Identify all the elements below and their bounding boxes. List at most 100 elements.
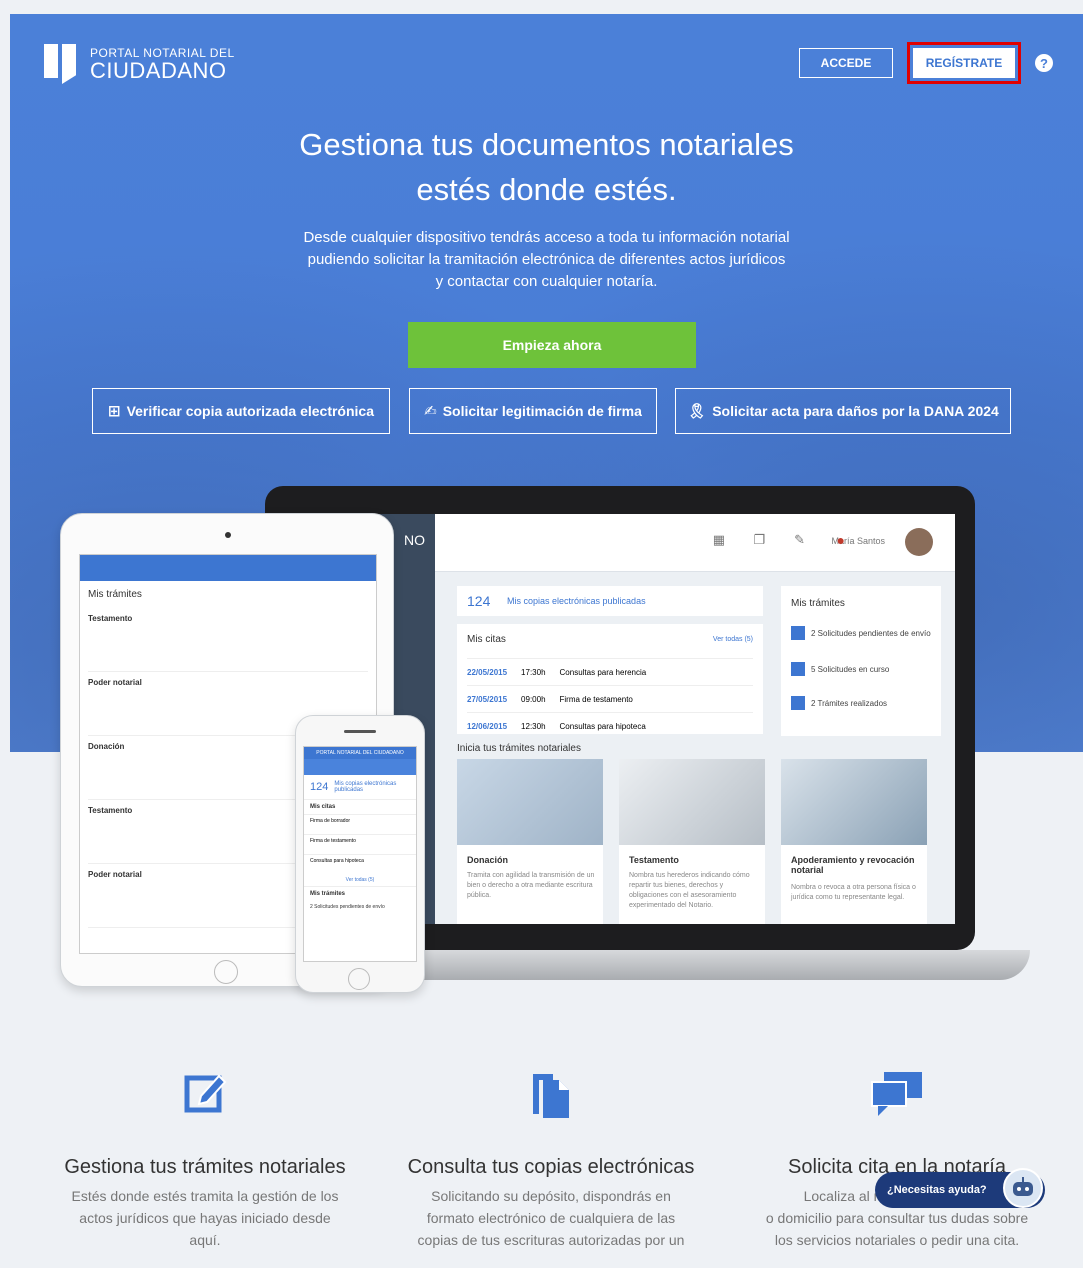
tipo-card-testamento[interactable]: Testamento Nombra tus herederos indicand… [619,759,765,924]
feature-title: Consulta tus copias electrónicas [407,1156,695,1178]
logo-mark-icon [44,44,78,84]
cita-desc: Consultas para herencia [559,667,647,677]
registrate-button[interactable]: REGÍSTRATE [913,48,1015,78]
hero-title-line1: Gestiona tus documentos notariales [299,127,794,162]
phone-tramite[interactable]: 2 Solicitudes pendientes de envío [304,901,416,913]
calendar-icon: ▦ [712,532,725,547]
copias-label: Mis copias electrónicas publicadas [507,596,646,606]
feature-desc: Estés donde estés tramita la gestión de … [40,1185,370,1251]
tramite-label: 5 Solicitudes en curso [811,664,890,674]
feature-desc: Solicitando su depósito, dispondrás en f… [386,1185,716,1251]
laptop-topbar: María Santos ● ✎ ❐ ▦ [435,514,955,572]
tablet-title: Mis trámites [88,589,142,600]
cita-time: 17:30h [521,667,546,677]
citas-link[interactable]: Ver todas (5) [713,636,753,643]
phone-cita[interactable]: Consultas para hipoteca [304,854,416,874]
inicia-title: Inicia tus trámites notariales [457,743,581,754]
notifications-icon: ● [836,532,845,548]
logo-line2: CIUDADANO [90,58,227,83]
edit-icon [40,1070,370,1122]
cita-time: 12:30h [521,721,546,731]
signature-icon: ✍ [424,403,437,420]
tablet-home-button [214,960,238,984]
hero-title-line2: estés donde estés. [416,172,677,207]
tramite-item[interactable]: 5 Solicitudes en curso [791,662,889,676]
tipo-title: Donación [467,855,509,865]
cita-date: 22/05/2015 [467,667,508,677]
feature-desc-line: formato electrónico de cualquiera de las [426,1210,676,1226]
top-actions: ACCEDE REGÍSTRATE ? [799,42,1053,84]
tramite-icon [791,696,805,710]
tipo-desc: Nombra tus herederos indicando cómo repa… [629,872,750,909]
phone-header: PORTAL NOTARIAL DEL CIUDADANO [304,747,416,759]
citas-title: Mis citas [467,634,506,645]
tablet-header [80,555,376,581]
cita-date: 12/06/2015 [467,721,508,731]
tramite-item[interactable]: 2 Trámites realizados [791,696,887,710]
phone-ver-todas[interactable]: Ver todas (5) [304,874,416,886]
feature-desc-line: Solicitando su depósito, dispondrás en [431,1188,671,1204]
verificar-copia-label: Verificar copia autorizada electrónica [126,403,374,419]
apoderamiento-photo [781,759,927,845]
hero-subtitle-line1: Desde cualquier dispositivo tendrás acce… [303,229,790,246]
hero-subtitle-line2: pudiendo solicitar la tramitación electr… [307,251,786,268]
chat-icon [732,1070,1062,1122]
registrate-highlight: REGÍSTRATE [907,42,1021,84]
tramite-label: 2 Trámites realizados [811,698,888,708]
feature-desc-line: o domicilio para consultar tus dudas sob… [765,1210,1029,1226]
portal-logo[interactable]: PORTAL NOTARIAL DEL CIUDADANO [44,44,235,84]
legitimacion-firma-label: Solicitar legitimación de firma [442,403,642,419]
phone-tramites-title: Mis trámites [304,886,416,901]
cita-row[interactable]: 27/05/2015 09:00h Firma de testamento [467,685,753,712]
tipo-card-apoderamiento[interactable]: Apoderamiento y revocación notarial Nomb… [781,759,927,924]
cita-time: 09:00h [521,694,546,704]
verificar-copia-button[interactable]: ⊞ Verificar copia autorizada electrónica [92,388,390,434]
acta-dana-label: Solicitar acta para daños por la DANA 20… [712,403,999,419]
phone-toolbar [304,759,416,775]
phone-citas-title: Mis citas [310,804,336,810]
tablet-item[interactable]: Testamento [88,608,368,672]
help-icon[interactable]: ? [1035,54,1053,72]
qr-icon: ⊞ [107,403,121,420]
tramites-card: Mis trámites 2 Solicitudes pendientes de… [781,586,941,736]
hero-subtitle-line3: y contactar con cualquier notaría. [435,273,658,290]
phone-cita[interactable]: Firma de borrador [304,814,416,834]
chat-label: ¿Necesitas ayuda? [887,1184,987,1196]
tipo-desc: Tramita con agilidad la transmisión de u… [467,872,595,899]
page: PORTAL NOTARIAL DEL CIUDADANO ACCEDE REG… [0,0,1083,1268]
empieza-ahora-button[interactable]: Empieza ahora [408,322,696,368]
cita-row[interactable]: 22/05/2015 17:30h Consultas para herenci… [467,658,753,685]
phone-home-button [348,968,370,990]
copias-card[interactable]: 124 Mis copias electrónicas publicadas [457,586,763,616]
phone-mockup: PORTAL NOTARIAL DEL CIUDADANO 124 Mis co… [295,715,425,993]
tipo-card-donacion[interactable]: Donación Tramita con agilidad la transmi… [457,759,603,924]
acta-dana-button[interactable]: 🎗 Solicitar acta para daños por la DANA … [675,388,1011,434]
feature-desc-line: Estés donde estés tramita la gestión de … [71,1188,339,1204]
legitimacion-firma-button[interactable]: ✍ Solicitar legitimación de firma [409,388,657,434]
sidebar-logo-fragment: NO [404,532,425,548]
edit-icon: ✎ [794,532,805,547]
phone-copias[interactable]: 124 Mis copias electrónicas publicadas [304,775,416,800]
tramite-icon [791,662,805,676]
cita-date: 27/05/2015 [467,694,508,704]
feature-desc-line: aquí. [189,1232,221,1248]
avatar [905,528,933,556]
phone-cita[interactable]: Firma de testamento [304,834,416,854]
feature-gestiona: Gestiona tus trámites notariales Estés d… [40,1070,370,1251]
feature-desc-line: actos jurídicos que hayas iniciado desde [79,1210,331,1226]
tipo-desc: Nombra o revoca a otra persona física o … [791,884,916,901]
cita-desc: Consultas para hipoteca [559,721,646,731]
accede-button[interactable]: ACCEDE [799,48,893,78]
copias-count: 124 [467,593,491,609]
phone-count-label: Mis copias electrónicas publicadas [334,781,397,793]
cita-row[interactable]: 12/06/2015 12:30h Consultas para hipotec… [467,712,753,739]
tipo-title: Testamento [629,855,679,865]
feature-desc-line: los servicios notariales o pedir una cit… [774,1232,1020,1248]
cita-desc: Firma de testamento [559,694,633,704]
citas-list: 22/05/2015 17:30h Consultas para herenci… [467,658,753,739]
phone-speaker [344,730,376,733]
chat-help-button[interactable]: ¿Necesitas ayuda? [875,1168,1045,1208]
tramite-item[interactable]: 2 Solicitudes pendientes de envío [791,626,931,640]
tablet-camera [225,532,231,538]
tramite-label: 2 Solicitudes pendientes de envío [811,628,931,638]
